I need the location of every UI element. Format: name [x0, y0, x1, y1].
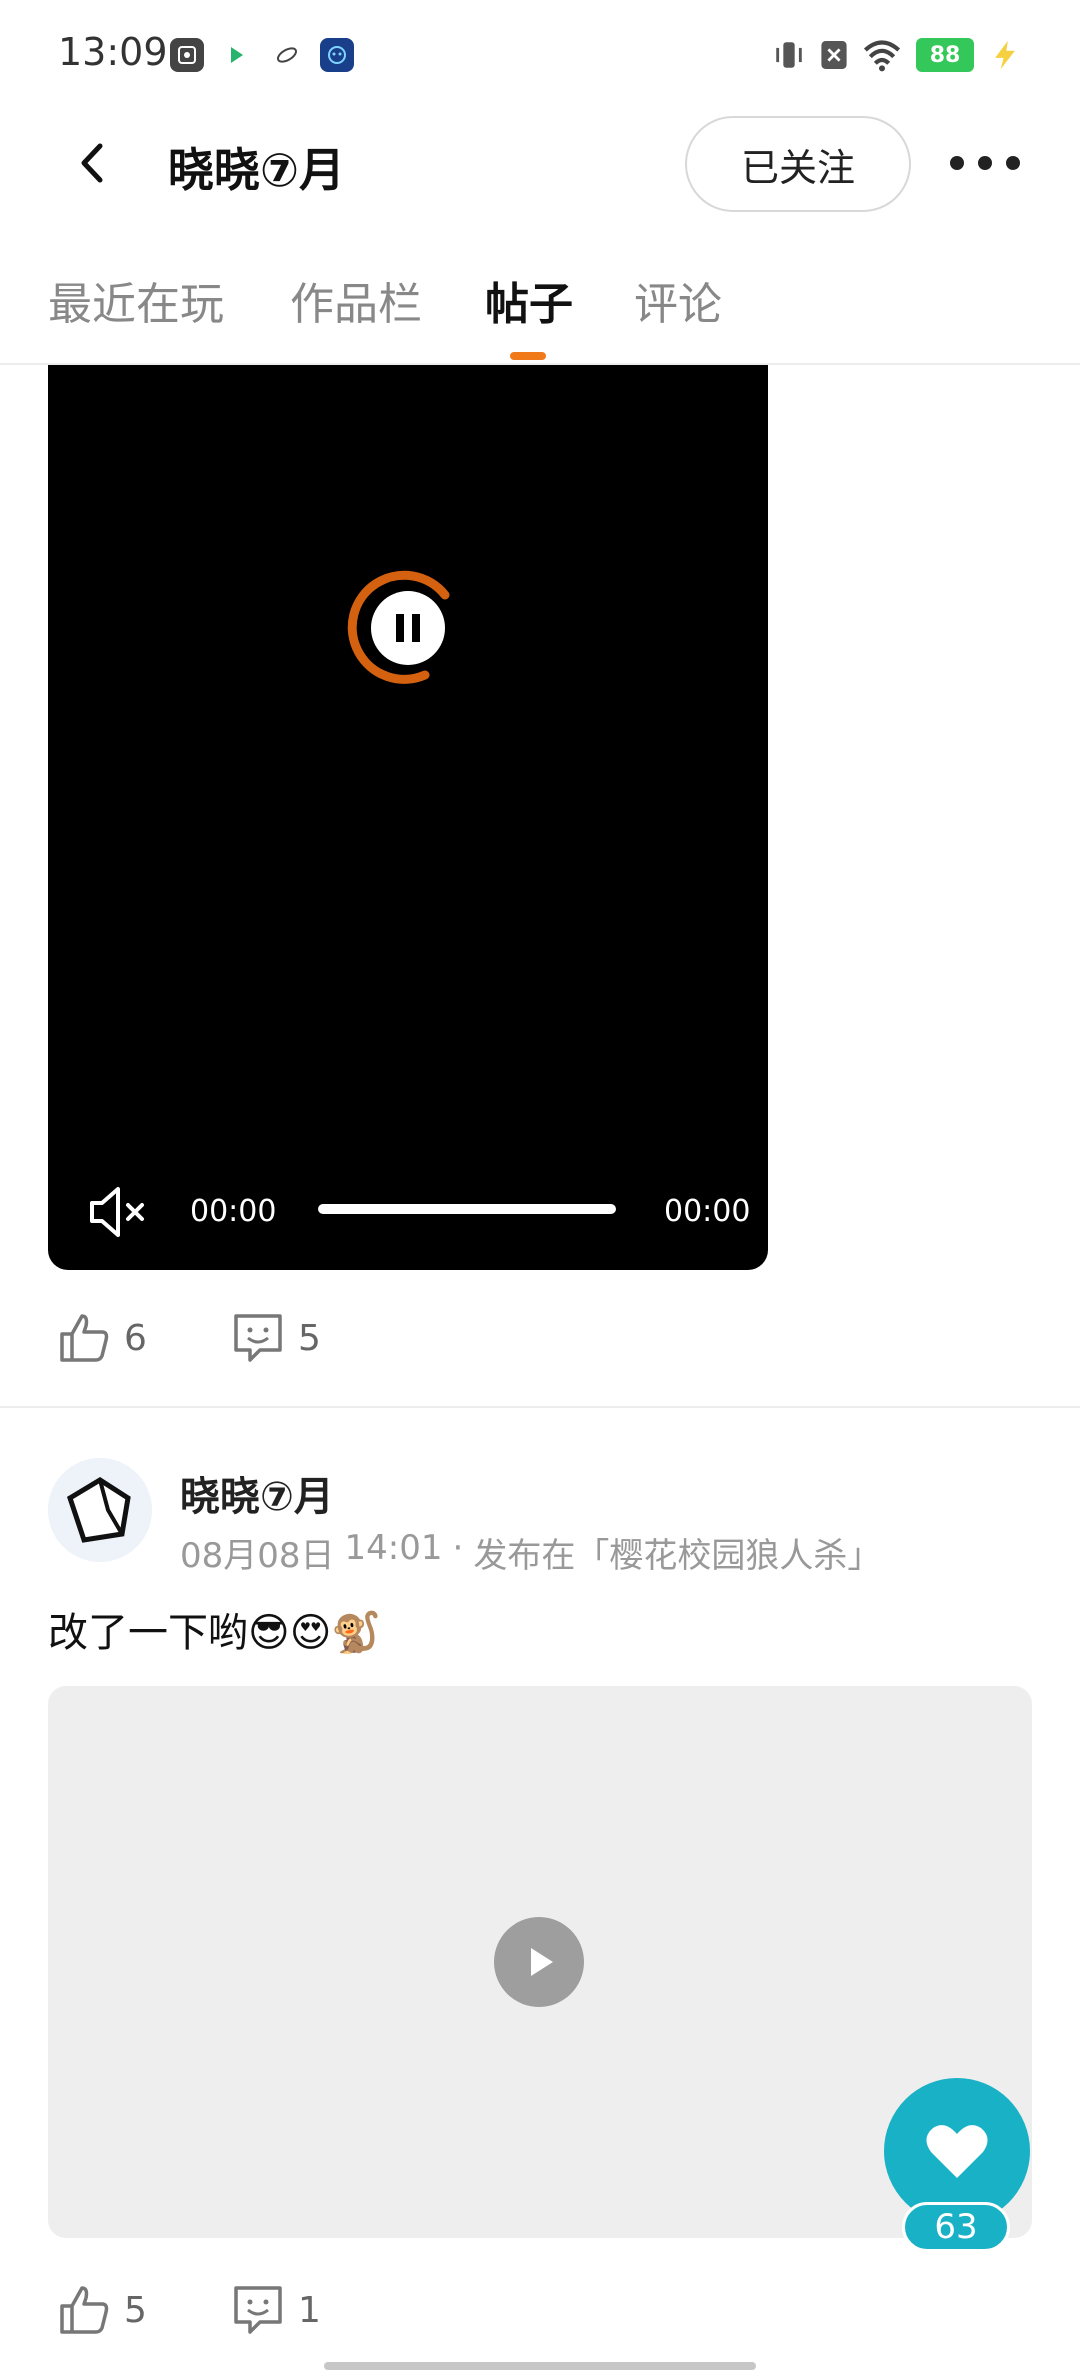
planet-app-icon [270, 38, 304, 72]
comment-icon [234, 1314, 282, 1362]
comment-action[interactable]: 5 [230, 1310, 321, 1366]
video-player[interactable] [48, 365, 768, 1270]
comment-action[interactable]: 1 [230, 2282, 321, 2338]
mute-icon[interactable] [88, 1185, 148, 1239]
post-meta: 08月08日 14:01 · 发布在「樱花校园狼人杀」 [180, 1528, 881, 1577]
post-author[interactable]: 晓晓⑦月 [180, 1464, 334, 1522]
like-count: 6 [124, 1317, 147, 1359]
post-divider [0, 1406, 1080, 1408]
post-date: 08月08日 [180, 1536, 335, 1576]
charging-icon [995, 40, 1015, 70]
active-tab-indicator [510, 352, 546, 360]
robot-app-icon [320, 38, 354, 72]
post-text: 改了一下哟😎😍🐒 [48, 1610, 382, 1656]
play-button[interactable] [494, 1917, 584, 2007]
tab-posts[interactable]: 帖子 [485, 268, 573, 332]
heart-icon [926, 2125, 988, 2178]
wifi-icon [863, 40, 901, 72]
scan-app-icon [170, 38, 204, 72]
like-count: 5 [124, 2289, 147, 2331]
like-action[interactable]: 5 [56, 2282, 147, 2338]
tab-comments[interactable]: 评论 [634, 268, 722, 332]
video-progress-bar[interactable] [318, 1204, 616, 1214]
tab-works[interactable]: 作品栏 [290, 268, 422, 332]
comment-count: 5 [298, 1317, 321, 1359]
play-icon [531, 1948, 553, 1976]
meta-separator: · [452, 1528, 464, 1568]
status-time: 13:09 [58, 30, 168, 74]
floating-like-count: 63 [902, 2202, 1010, 2252]
back-arrow-icon[interactable] [70, 138, 120, 188]
play-store-icon [220, 38, 254, 72]
header-title: 晓晓⑦月 [168, 143, 345, 197]
more-options-icon[interactable] [950, 145, 1020, 181]
post-time: 14:01 [344, 1528, 443, 1568]
video-duration: 00:00 [664, 1194, 751, 1229]
battery-icon: 88 [916, 38, 974, 72]
status-right-icons: 88 [772, 38, 1022, 72]
vibrate-icon [776, 42, 802, 68]
thumbs-up-icon [60, 2286, 109, 2334]
sim-off-icon [821, 41, 847, 69]
like-action[interactable]: 6 [56, 1310, 147, 1366]
pause-button[interactable] [371, 591, 445, 665]
tab-recently-played[interactable]: 最近在玩 [48, 268, 224, 332]
follow-button[interactable]: 已关注 [685, 116, 911, 212]
avatar[interactable] [48, 1458, 152, 1562]
status-app-icons [170, 38, 354, 72]
post-source-link[interactable]: 发布在「樱花校园狼人杀」 [473, 1528, 881, 1577]
comment-icon [234, 2286, 282, 2334]
video-current-time: 00:00 [190, 1194, 277, 1229]
comment-count: 1 [298, 2289, 321, 2331]
thumbs-up-icon [60, 1314, 109, 1362]
home-indicator[interactable] [324, 2362, 756, 2370]
